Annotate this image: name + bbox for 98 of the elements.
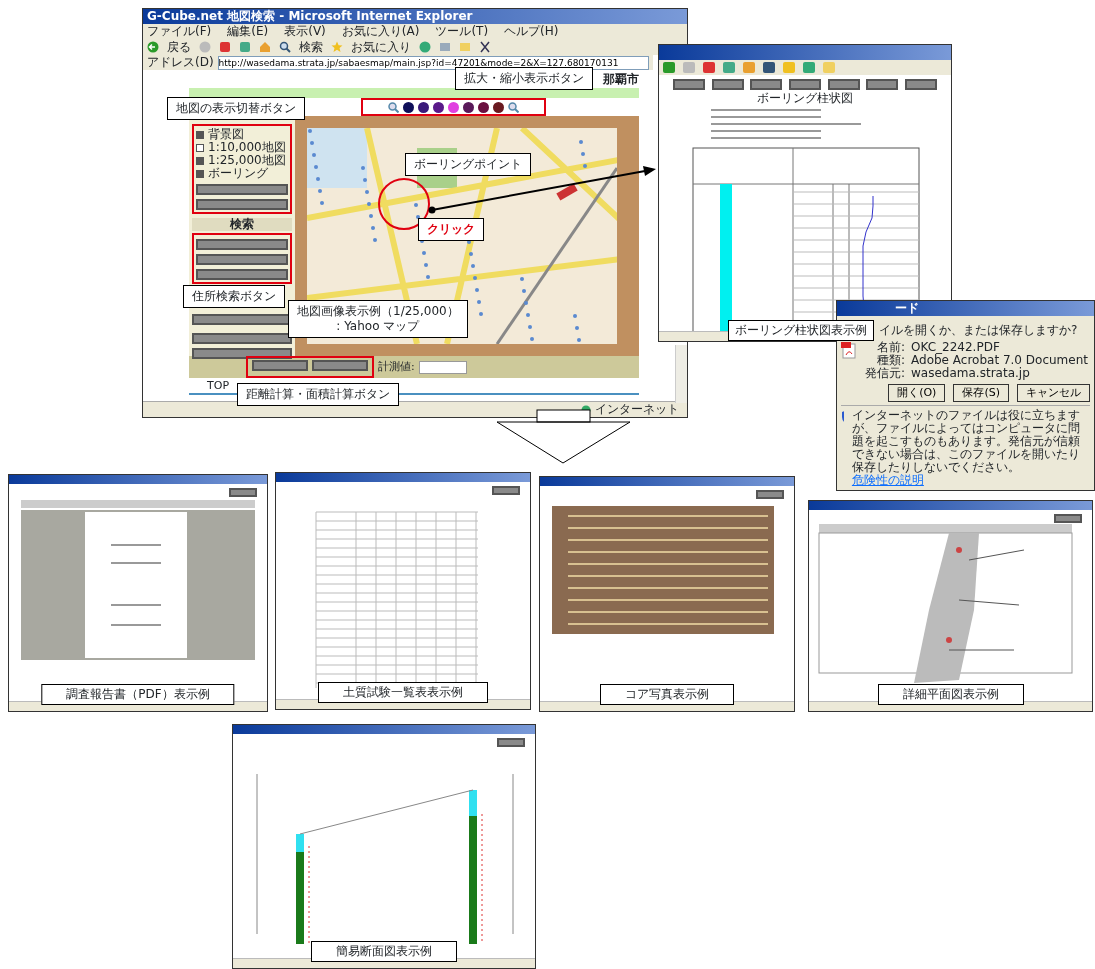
pdf-file-icon	[841, 341, 857, 359]
layer-checkbox[interactable]	[196, 130, 204, 139]
callout-label: 距離計算・面積計算ボタン	[237, 383, 399, 406]
caption-label: コア写真表示例	[600, 684, 734, 705]
risk-link[interactable]: 危険性の説明	[851, 473, 924, 487]
caption-label: 調査報告書（PDF）表示例	[41, 684, 235, 705]
menu-item[interactable]: ツール(T)	[435, 24, 489, 39]
area-button[interactable]	[312, 360, 368, 371]
zoom-in-icon	[508, 101, 519, 113]
field-label: 発信元:	[865, 367, 906, 380]
status-text: インターネット	[595, 402, 679, 417]
toolbar-icon[interactable]	[723, 62, 735, 73]
zoom-level-dot[interactable]	[463, 101, 474, 113]
folder-icon	[459, 41, 471, 53]
address-field[interactable]: http://wasedama.strata.jp/sabaesmap/main.jsp?id=47201&mode=2&X=127.680170131	[217, 55, 649, 70]
field-value: wasedama.strata.jp	[911, 367, 1031, 380]
report-button[interactable]	[866, 79, 899, 90]
layer-label: ボーリング	[208, 167, 268, 180]
sidebar-button[interactable]	[192, 333, 292, 344]
star-icon	[331, 41, 343, 53]
zoom-level-dot[interactable]	[448, 101, 459, 113]
search-button[interactable]: 検索	[299, 39, 323, 55]
menu-item[interactable]: 編集(E)	[227, 24, 269, 39]
sidebar-button[interactable]	[192, 348, 292, 359]
field-value: Adobe Acrobat 7.0 Document	[911, 354, 1088, 367]
measure-label: 計測値:	[378, 358, 415, 375]
sidebar-button[interactable]	[196, 199, 288, 210]
layer-checkbox[interactable]	[196, 156, 204, 165]
menu-item[interactable]: ヘルプ(H)	[504, 24, 559, 39]
city-name: 那覇市	[603, 71, 639, 88]
measure-field[interactable]	[418, 360, 467, 374]
layer-checkbox[interactable]	[196, 143, 204, 152]
report-button[interactable]	[904, 79, 937, 90]
search-icon	[279, 41, 291, 53]
caption-label: 簡易断面図表示例	[311, 941, 457, 962]
dialog-title: ード	[837, 301, 1094, 316]
dialog-button[interactable]: キャンセル	[1017, 384, 1090, 402]
zoom-level-dot[interactable]	[403, 101, 414, 113]
layer-label: 1:25,000地図	[208, 154, 286, 167]
back-button[interactable]	[756, 490, 784, 499]
report-title: ボーリング柱状図	[756, 90, 854, 106]
zoom-level-dot[interactable]	[478, 101, 489, 113]
search-heading: 検索	[192, 218, 292, 231]
top-link[interactable]: TOP	[207, 379, 229, 392]
stop-icon	[219, 41, 231, 53]
layer-checkbox[interactable]	[196, 169, 204, 178]
report-button[interactable]	[788, 79, 821, 90]
caption-label: 詳細平面図表示例	[877, 684, 1024, 705]
zoom-out-icon	[388, 101, 399, 113]
menu-item[interactable]: お気に入り(A)	[341, 24, 420, 39]
field-label: 名前:	[876, 341, 906, 354]
callout-label: 住所検索ボタン	[183, 285, 285, 308]
distance-button[interactable]	[252, 360, 308, 371]
mail-icon	[439, 41, 451, 53]
callout-label: クリック	[418, 218, 484, 241]
callout-label: 地図画像表示例（1/25,000） : Yahoo マップ	[288, 300, 468, 338]
report-button[interactable]	[711, 79, 744, 90]
callout-label: 地図の表示切替ボタン	[167, 97, 305, 120]
media-icon	[419, 41, 431, 53]
callout-label: ボーリングポイント	[405, 153, 531, 176]
scissors-icon	[479, 41, 491, 53]
address-label: アドレス(D)	[147, 55, 214, 70]
zoom-level-dot[interactable]	[493, 101, 504, 113]
report-button[interactable]	[827, 79, 860, 90]
back-button[interactable]	[492, 486, 520, 495]
home-icon	[259, 41, 271, 53]
back-icon	[147, 41, 159, 53]
refresh-icon	[239, 41, 251, 53]
toolbar-icon[interactable]	[663, 62, 675, 73]
toolbar-icon[interactable]	[803, 62, 815, 73]
layer-label: 1:10,000地図	[208, 141, 286, 154]
toolbar-icon[interactable]	[703, 62, 715, 73]
caption-label: 土質試験一覧表表示例	[318, 682, 488, 703]
toolbar-icon[interactable]	[763, 62, 775, 73]
menu-item[interactable]: 表示(V)	[284, 24, 326, 39]
callout-label: 拡大・縮小表示ボタン	[455, 67, 593, 90]
menu-item[interactable]: ファイル(F)	[147, 24, 212, 39]
field-label: 種類:	[876, 354, 906, 367]
scrollbar[interactable]	[675, 345, 687, 403]
warning-text: インターネットのファイルは役に立ちますが、ファイルによってはコンピュータに問題を起こすものもあります。発信元が信頼できない場合は、このファイルを開いたり保存したりしないでください。 危険性の説明	[851, 409, 1081, 487]
forward-icon	[199, 41, 211, 53]
back-button[interactable]	[229, 488, 257, 497]
dialog-button[interactable]: 保存(S)	[953, 384, 1009, 402]
dialog-question: イルを開くか、または保存しますか?	[879, 324, 1078, 337]
zoom-level-dot[interactable]	[418, 101, 429, 113]
highlight-circle	[378, 178, 430, 230]
dialog-button[interactable]: 開く(O)	[888, 384, 946, 402]
caption-label: ボーリング柱状図表示例	[728, 320, 874, 341]
sidebar-button[interactable]	[196, 184, 288, 195]
back-button[interactable]: 戻る	[167, 39, 191, 55]
report-button[interactable]	[750, 79, 783, 90]
window-title: G-Cube.net 地図検索 - Microsoft Internet Explorer	[143, 9, 687, 24]
back-button[interactable]	[497, 738, 525, 747]
layer-label: 背景図	[208, 128, 244, 141]
zoom-level-dot[interactable]	[433, 101, 444, 113]
back-button[interactable]	[1054, 514, 1082, 523]
favorites-button[interactable]: お気に入り	[351, 39, 411, 55]
field-value: OKC_2242.PDF	[911, 341, 1001, 354]
